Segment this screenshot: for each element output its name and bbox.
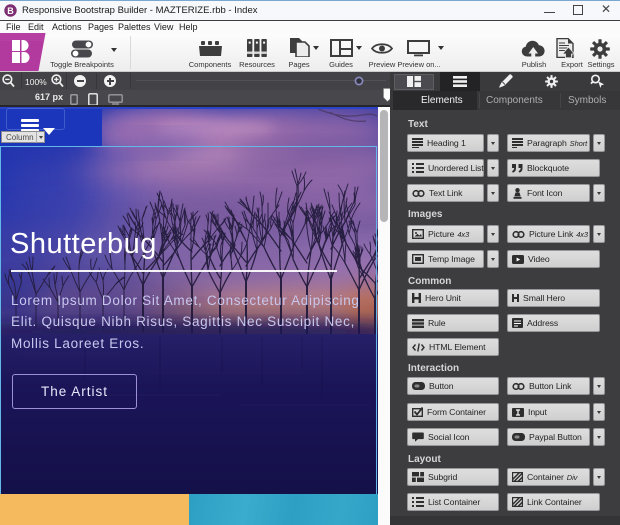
- svg-text:B: B: [7, 6, 14, 16]
